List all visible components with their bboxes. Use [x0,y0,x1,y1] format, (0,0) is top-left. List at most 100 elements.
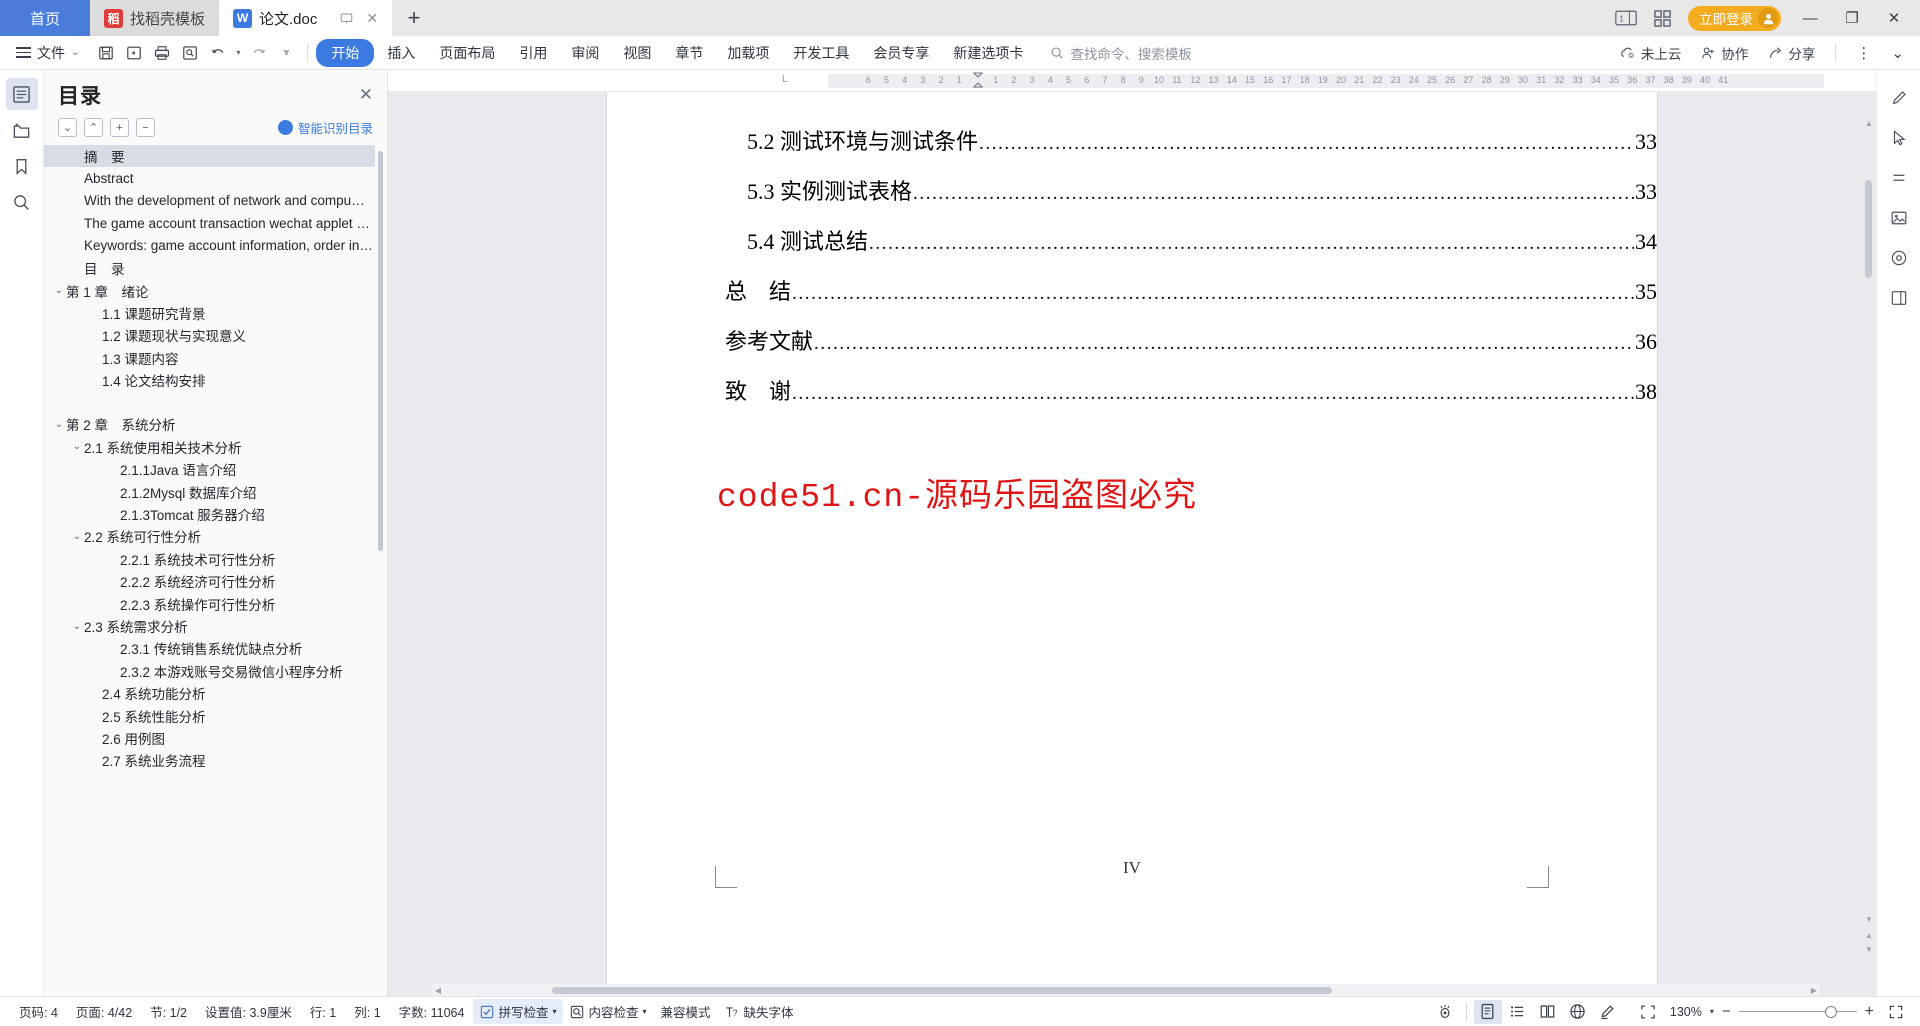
smart-toc-button[interactable]: 智能识别目录 [277,118,373,137]
close-window-button[interactable]: ✕ [1874,0,1914,36]
print-icon[interactable] [149,40,175,66]
fit-page-icon[interactable] [1634,1000,1662,1024]
expand-down-button[interactable]: ⌄ [58,118,77,137]
outline-list[interactable]: 摘 要 Abstract With the development of netwo… [44,145,387,996]
toc-entry[interactable]: 致 谢.....................................… [607,374,1657,406]
ribbon-tab-page-layout[interactable]: 页面布局 [428,39,506,67]
ribbon-tab-start[interactable]: 开始 [316,38,375,67]
outline-item[interactable]: The game account transaction wechat appl… [44,212,375,234]
vertical-scroll-thumb[interactable] [1865,180,1872,278]
chevron-down-icon[interactable]: ⌄ [52,285,66,296]
chevron-down-icon[interactable]: ⌄ [70,441,84,452]
ribbon-tab-member[interactable]: 会员专享 [862,39,940,67]
tab-close-icon[interactable]: ✕ [366,10,378,27]
shape-insert-icon[interactable] [1884,244,1914,272]
outline-item[interactable]: 2.1.1Java 语言介绍 [44,458,375,480]
horizontal-scrollbar[interactable]: ◀ ▶ [432,984,1820,996]
outline-item[interactable]: 2.2.2 系统经济可行性分析 [44,570,375,592]
redo-icon[interactable] [245,40,271,66]
ribbon-tab-review[interactable]: 审阅 [560,39,610,67]
undo-icon[interactable] [205,40,231,66]
missing-font-button[interactable]: ? 缺失字体 [718,999,801,1024]
eye-icon[interactable] [1431,1000,1459,1024]
tab-document[interactable]: W 论文.doc ✕ [219,0,393,36]
toc-entry[interactable]: 5.4 测试总结................................… [607,224,1657,256]
outline-scrollbar[interactable] [378,151,383,551]
indent-marker-icon[interactable] [973,72,983,88]
collapse-all-button[interactable]: − [136,118,155,137]
new-tab-button[interactable]: + [392,0,437,36]
outline-item[interactable]: ⌄ 2.2 系统可行性分析 [44,525,375,547]
outline-item[interactable]: 2.1.2Mysql 数据库介绍 [44,480,375,502]
outline-item[interactable]: ⌄ 第 1 章 绪论 [44,279,375,301]
collaborate-button[interactable]: 协作 [1693,40,1756,66]
vertical-scrollbar[interactable]: ▲ ▼ ▲ ▼ [1864,116,1874,956]
scroll-right-arrow-icon[interactable]: ▶ [1808,986,1820,995]
edit-pen-icon[interactable] [1884,84,1914,112]
outline-item[interactable]: 2.6 用例图 [44,727,375,749]
ribbon-tab-reference[interactable]: 引用 [508,39,558,67]
toc-entry[interactable]: 参考文献....................................… [607,324,1657,356]
cloud-status-button[interactable]: 未上云 [1612,40,1690,66]
customize-toolbar-icon[interactable]: ⩔ [273,40,299,66]
scroll-left-arrow-icon[interactable]: ◀ [432,986,444,995]
zoom-out-button[interactable]: − [1722,1003,1731,1020]
highlight-pen-icon[interactable] [1594,1000,1622,1024]
outline-item[interactable]: ⌄ 第 2 章 系统分析 [44,413,375,435]
outline-item[interactable]: ⌄ 2.1 系统使用相关技术分析 [44,436,375,458]
share-button[interactable]: 分享 [1760,40,1823,66]
outline-item[interactable]: 2.4 系统功能分析 [44,682,375,704]
outline-item[interactable]: With the development of network and comp… [44,190,375,212]
zoom-slider[interactable] [1738,1005,1857,1019]
compatibility-mode-button[interactable]: 兼容模式 [654,999,718,1024]
outline-item[interactable]: ⌄ 2.3 系统需求分析 [44,615,375,637]
outline-item[interactable]: 1.4 论文结构安排 [44,369,375,391]
outline-item[interactable]: Keywords: game account information, orde… [44,235,375,257]
save-as-icon[interactable] [121,40,147,66]
image-insert-icon[interactable] [1884,204,1914,232]
outline-item[interactable]: 1.3 课题内容 [44,347,375,369]
undo-dropdown-icon[interactable]: ▾ [233,40,243,66]
ribbon-tab-addins[interactable]: 加载项 [716,39,780,67]
spellcheck-button[interactable]: 拼写检查 ▾ [473,999,564,1024]
zoom-in-button[interactable]: + [1865,1003,1874,1021]
paragraph-mark-icon[interactable] [1884,164,1914,192]
zoom-level-label[interactable]: 130% [1670,1005,1702,1019]
print-preview-icon[interactable] [177,40,203,66]
outline-item[interactable]: 2.3.1 传统销售系统优缺点分析 [44,637,375,659]
ribbon-tab-developer[interactable]: 开发工具 [782,39,860,67]
collapse-ribbon-button[interactable]: ⌄ [1883,41,1912,65]
outline-item[interactable]: Abstract [44,167,375,189]
outline-item[interactable]: 1.2 课题现状与实现意义 [44,324,375,346]
chevron-down-icon[interactable]: ⌄ [70,531,84,542]
dual-screen-icon[interactable]: 1 [1609,3,1643,33]
horizontal-ruler[interactable]: L 6 5 4 3 2 1 1 2 3 4 5 6 7 8 9 10 11 12 13 14 15 16 17 18 19 20 2… [388,70,1876,92]
outline-item[interactable]: 2.1.3Tomcat 服务器介绍 [44,503,375,525]
login-button[interactable]: 立即登录 [1688,5,1781,31]
more-options-button[interactable]: ⋮ [1848,41,1879,65]
zoom-dropdown-icon[interactable]: ▾ [1710,1007,1714,1016]
outline-item[interactable]: 2.7 系统业务流程 [44,749,375,771]
search-input[interactable]: 查找命令、搜索模板 [1050,43,1192,63]
read-view-icon[interactable] [1534,1000,1562,1024]
restore-button[interactable]: ❐ [1832,0,1872,36]
outline-item[interactable]: 2.2.3 系统操作可行性分析 [44,592,375,614]
grid-icon[interactable] [1645,3,1679,33]
search-icon[interactable] [6,186,38,218]
folder-icon[interactable] [6,114,38,146]
collapse-up-button[interactable]: ⌃ [84,118,103,137]
chevron-down-icon[interactable]: ⌄ [70,621,84,632]
page-layout-icon[interactable] [1884,284,1914,312]
ribbon-tab-section[interactable]: 章节 [664,39,714,67]
document-page[interactable]: 5.2 测试环境与测试条件...........................… [607,92,1657,996]
outline-item[interactable]: 2.3.2 本游戏账号交易微信小程序分析 [44,660,375,682]
scroll-down-arrow-icon[interactable]: ▼ [1864,912,1874,926]
ribbon-tab-insert[interactable]: 插入 [376,39,426,67]
horizontal-scroll-thumb[interactable] [552,986,1332,994]
outline-icon[interactable] [5,78,38,110]
document-scroll-zone[interactable]: 5.2 测试环境与测试条件...........................… [388,92,1876,996]
ribbon-tab-new-tab[interactable]: 新建选项卡 [942,39,1034,67]
outline-item[interactable]: 目 录 [44,257,375,279]
fullscreen-icon[interactable] [1882,1000,1910,1024]
toc-entry[interactable]: 5.2 测试环境与测试条件...........................… [607,124,1657,156]
